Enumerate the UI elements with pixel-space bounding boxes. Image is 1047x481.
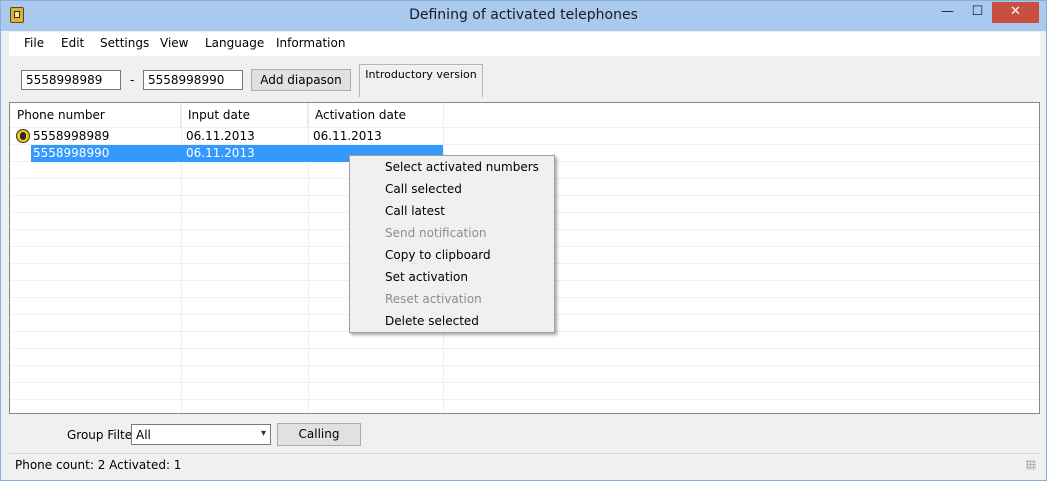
menu-send-notification: Send notification xyxy=(385,226,487,240)
context-menu: Select activated numbers Call selected C… xyxy=(349,155,555,333)
column-header-activation-date[interactable]: Activation date xyxy=(308,103,444,127)
menu-edit[interactable]: Edit xyxy=(61,36,84,50)
menu-call-latest[interactable]: Call latest xyxy=(385,200,445,222)
maximize-button[interactable]: ☐ xyxy=(963,2,992,23)
cell-input-date: 06.11.2013 xyxy=(186,146,255,160)
status-text: Phone count: 2 Activated: 1 xyxy=(15,458,182,472)
calling-button[interactable]: Calling xyxy=(277,423,361,446)
menu-view[interactable]: View xyxy=(160,36,188,50)
menu-copy-to-clipboard[interactable]: Copy to clipboard xyxy=(385,244,491,266)
status-bar: Phone count: 2 Activated: 1 xyxy=(9,453,1040,475)
menu-reset-activation: Reset activation xyxy=(385,292,482,306)
window-title: Defining of activated telephones xyxy=(409,7,638,23)
activated-phone-icon xyxy=(16,129,30,143)
menu-information[interactable]: Information xyxy=(276,36,345,50)
close-button[interactable]: ✕ xyxy=(992,2,1039,23)
menu-settings[interactable]: Settings xyxy=(100,36,149,50)
column-header-input-date[interactable]: Input date xyxy=(181,103,308,127)
group-filter-select[interactable]: All ▾ xyxy=(131,424,271,445)
group-filter-label: Group Filter: xyxy=(67,428,141,442)
cell-activation-date: 06.11.2013 xyxy=(313,129,382,143)
range-from-input[interactable] xyxy=(21,70,121,90)
range-toolbar: - Add diapason Introductory version xyxy=(9,56,1040,102)
group-filter-value: All xyxy=(136,428,151,442)
cell-phone: 5558998990 xyxy=(33,146,110,160)
menu-select-activated-numbers[interactable]: Select activated numbers xyxy=(385,156,539,178)
add-diapason-button[interactable]: Add diapason xyxy=(251,69,351,91)
cell-phone: 5558998989 xyxy=(33,129,110,143)
menu-language[interactable]: Language xyxy=(205,36,264,50)
cell-input-date: 06.11.2013 xyxy=(186,129,255,143)
range-separator: - xyxy=(130,73,135,87)
resize-grip-icon[interactable] xyxy=(1026,460,1036,470)
menu-bar: File Edit Settings View Language Informa… xyxy=(9,32,1040,56)
column-header-phone[interactable]: Phone number xyxy=(10,103,181,127)
minimize-button[interactable]: — xyxy=(933,2,962,23)
menu-file[interactable]: File xyxy=(24,36,44,50)
title-bar[interactable]: Defining of activated telephones — ☐ ✕ xyxy=(1,1,1046,31)
menu-call-selected[interactable]: Call selected xyxy=(385,178,462,200)
chevron-down-icon: ▾ xyxy=(260,428,266,439)
filter-bar: Group Filter: All ▾ Calling xyxy=(9,414,1040,454)
range-to-input[interactable] xyxy=(143,70,243,90)
menu-delete-selected[interactable]: Delete selected xyxy=(385,310,479,332)
app-window: Defining of activated telephones — ☐ ✕ F… xyxy=(0,0,1047,481)
menu-set-activation[interactable]: Set activation xyxy=(385,266,468,288)
version-label: Introductory version xyxy=(359,64,483,97)
